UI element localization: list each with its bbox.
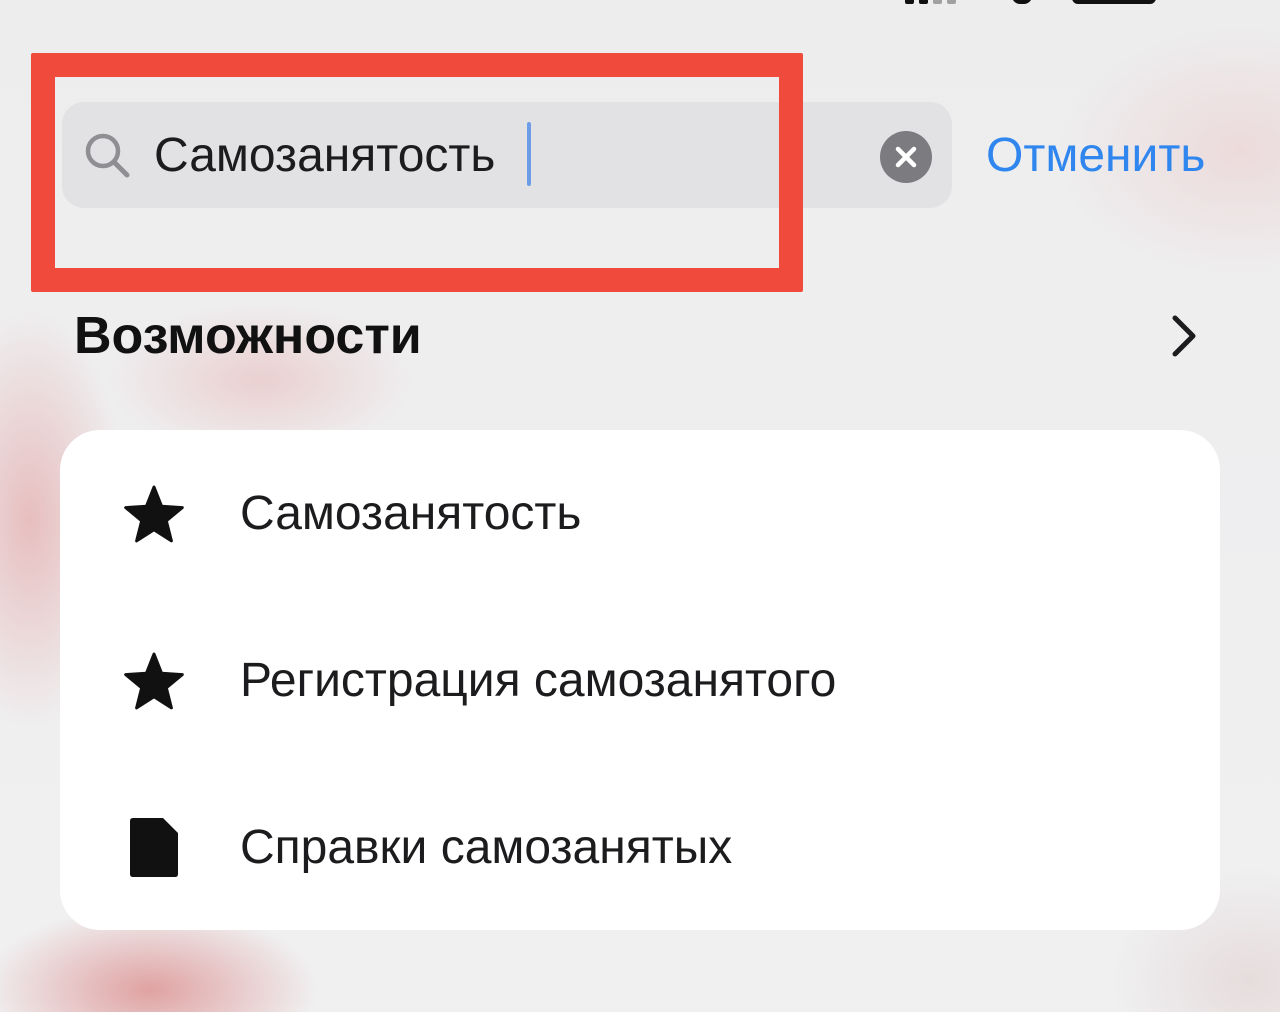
star-icon: [124, 485, 184, 543]
highlight-annotation: [31, 53, 803, 292]
wifi-icon: [1012, 0, 1032, 4]
document-icon: [130, 818, 178, 877]
close-icon: [895, 146, 917, 168]
section-title: Возможности: [74, 307, 422, 365]
list-item-label: Самозанятость: [240, 487, 582, 540]
list-item[interactable]: [60, 432, 1220, 598]
battery-icon: [1072, 0, 1156, 4]
star-icon: [124, 652, 184, 710]
cancel-button[interactable]: Отменить: [986, 126, 1205, 186]
chevron-right-icon[interactable]: [1166, 312, 1202, 360]
cellular-signal-icon: [905, 0, 965, 4]
clear-search-button[interactable]: [880, 131, 932, 183]
list-item-label: Регистрация самозанятого: [240, 654, 837, 707]
status-bar: [0, 0, 1280, 10]
list-item-label: Справки самозанятых: [240, 821, 733, 874]
